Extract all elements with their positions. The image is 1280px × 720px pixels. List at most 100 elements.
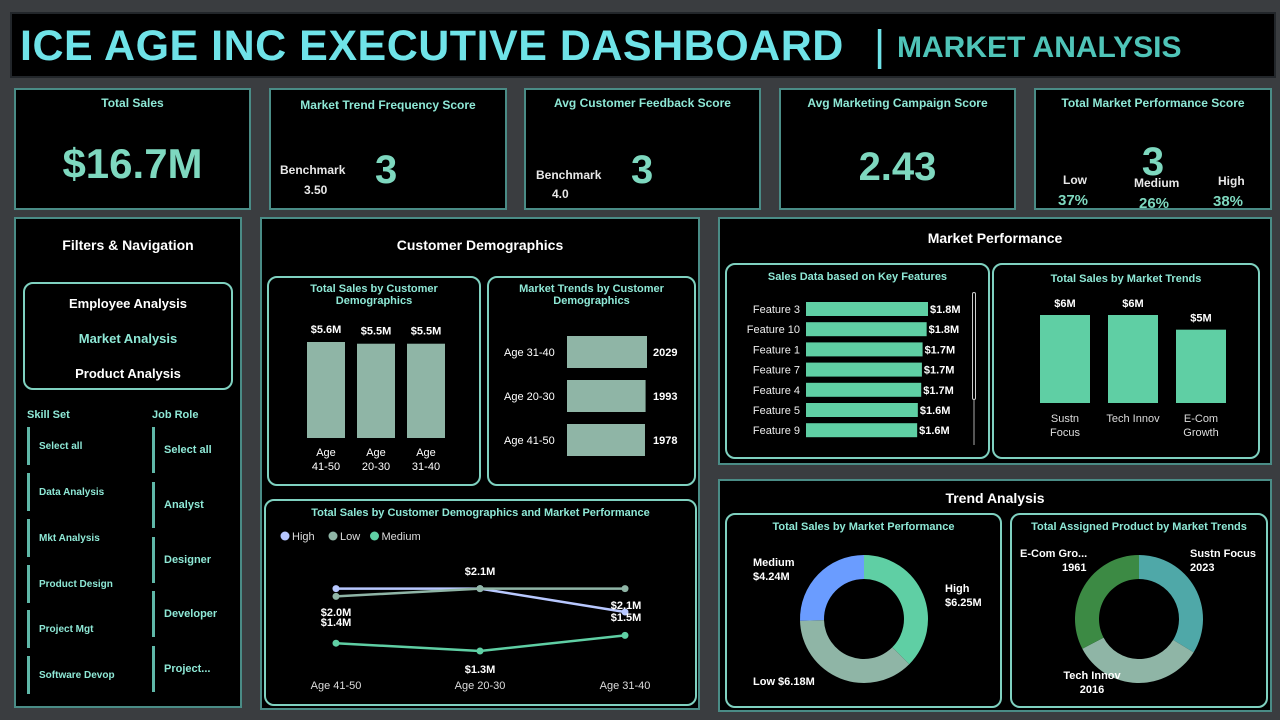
bar-data-label: $1.8M xyxy=(930,304,961,316)
kpi-title: Total Market Performance Score xyxy=(1061,96,1245,110)
bar xyxy=(407,343,445,438)
bar-data-label: $5.6M xyxy=(311,324,342,336)
series-point xyxy=(476,647,484,655)
x-tick-label: 20-30 xyxy=(362,461,390,473)
skill-set-option[interactable]: Select all xyxy=(27,427,82,465)
bar xyxy=(806,362,922,377)
sales-by-demographics-chart: Total Sales by Customer Demographics $5.… xyxy=(267,276,481,486)
assigned-product-by-trends-chart: Total Assigned Product by Market Trends … xyxy=(1010,513,1268,708)
job-role-option[interactable]: Select all xyxy=(152,427,212,473)
job-role-option[interactable]: Analyst xyxy=(152,482,204,528)
series-point xyxy=(332,592,340,600)
nav-employee-analysis[interactable]: Employee Analysis xyxy=(25,296,231,311)
job-role-title: Job Role xyxy=(152,409,199,421)
medium-label: Medium xyxy=(1134,176,1180,190)
bar xyxy=(806,382,922,397)
kpi-value: 2.43 xyxy=(858,145,937,189)
skill-set-option[interactable]: Product Design xyxy=(27,565,113,603)
low-value: 37% xyxy=(1058,192,1089,209)
data-label: $1.4M xyxy=(321,617,352,629)
customer-demographics-panel: Customer Demographics Total Sales by Cus… xyxy=(260,217,700,710)
kpi-value: $16.7M xyxy=(62,140,203,187)
skill-set-option[interactable]: Project Mgt xyxy=(27,610,93,648)
filters-panel: Filters & Navigation Employee Analysis M… xyxy=(14,217,242,708)
kpi-total-market-performance: Total Market Performance Score 3 Low 37%… xyxy=(1034,88,1272,212)
benchmark-value: 3.50 xyxy=(304,183,328,197)
bar xyxy=(806,342,923,357)
x-tick-label: Tech Innov xyxy=(1106,413,1160,425)
dashboard-title: ICE AGE INC EXECUTIVE DASHBOARD xyxy=(20,22,844,70)
bar xyxy=(806,322,927,337)
x-tick-label: Age 20-30 xyxy=(455,680,506,692)
filters-title: Filters & Navigation xyxy=(62,237,194,253)
donut-data-label: Tech Innov xyxy=(1063,670,1121,682)
data-label: $2.1M xyxy=(465,566,496,578)
bar-data-label: $1.6M xyxy=(920,405,951,417)
high-label: High xyxy=(1218,174,1245,188)
legend-marker xyxy=(328,531,338,541)
y-tick-label: Feature 3 xyxy=(753,304,800,316)
x-tick-label: Sustn xyxy=(1051,413,1079,425)
low-label: Low xyxy=(1063,173,1087,187)
legend-label: Low xyxy=(340,531,360,543)
donut-data-label: 2023 xyxy=(1190,562,1214,574)
kpi-total-sales: Total Sales $16.7M xyxy=(14,88,251,210)
nav-product-analysis[interactable]: Product Analysis xyxy=(25,366,231,381)
job-role-option[interactable]: Designer xyxy=(152,537,211,583)
y-tick-label: Feature 1 xyxy=(753,344,800,356)
header-banner: ICE AGE INC EXECUTIVE DASHBOARD | MARKET… xyxy=(12,14,1274,76)
skill-set-option[interactable]: Mkt Analysis xyxy=(27,519,100,557)
donut-data-label: $6.25M xyxy=(945,597,982,609)
donut-data-label: E-Com Gro... xyxy=(1020,548,1087,560)
sales-by-demographics-svg: $5.6M Age 41-50 $5.5M Age 20-30 $5.5M Age 31-40 xyxy=(307,324,445,473)
donut-slice xyxy=(864,555,928,665)
y-tick-label: Age 31-40 xyxy=(504,347,555,359)
y-tick-label: Age 41-50 xyxy=(504,435,555,447)
y-tick-label: Feature 9 xyxy=(753,425,800,437)
skill-set-option[interactable]: Software Devop xyxy=(27,656,115,694)
market-trends-by-demographics-svg: Age 31-40 2029 Age 20-30 1993 Age 41-50 1978 xyxy=(504,336,677,456)
legend-marker xyxy=(280,531,290,541)
skill-set-option[interactable]: Data Analysis xyxy=(27,473,104,511)
x-tick-label: 31-40 xyxy=(412,461,440,473)
x-tick-label: Focus xyxy=(1050,427,1080,439)
page-navigation: Employee Analysis Market Analysis Produc… xyxy=(23,282,233,390)
kpi-title: Avg Marketing Campaign Score xyxy=(807,96,988,110)
sales-by-demo-and-perf-svg: High Low Medium$2.1M$2.1M$2.0M$1.4M$1.3M$1… xyxy=(280,531,651,692)
sales-by-market-trends-chart: Total Sales by Market Trends $6M Sustn Foc… xyxy=(992,263,1260,459)
assigned-product-by-trends-svg: Sustn Focus 2023 E-Com Gro... 1961 Tech Inno… xyxy=(1020,548,1256,696)
page-subtitle: MARKET ANALYSIS xyxy=(897,31,1182,64)
legend-label: Medium xyxy=(382,531,421,543)
bar xyxy=(567,424,645,456)
kpi-avg-marketing-campaign: Avg Marketing Campaign Score 2.43 xyxy=(779,88,1016,210)
job-role-option[interactable]: Project... xyxy=(152,646,210,692)
job-role-option[interactable]: Developer xyxy=(152,591,217,637)
kpi-avg-customer-feedback: Avg Customer Feedback Score Benchmark 4.… xyxy=(524,88,761,210)
bar xyxy=(1108,315,1158,403)
donut-data-label: Medium xyxy=(753,557,795,569)
y-tick-label: Age 20-30 xyxy=(504,391,555,403)
bar-data-label: $5.5M xyxy=(411,326,442,338)
data-label: $1.5M xyxy=(611,612,642,624)
donut-data-label: Sustn Focus xyxy=(1190,548,1256,560)
series-point xyxy=(332,639,340,647)
x-tick-label: Age 31-40 xyxy=(600,680,651,692)
medium-value: 26% xyxy=(1139,195,1170,212)
x-tick-label: Age xyxy=(316,447,336,459)
high-value: 38% xyxy=(1213,193,1244,210)
kpi-title: Market Trend Frequency Score xyxy=(300,98,476,112)
x-tick-label: Age 41-50 xyxy=(311,680,362,692)
nav-market-analysis[interactable]: Market Analysis xyxy=(25,331,231,346)
x-tick-label: Age xyxy=(416,447,436,459)
benchmark-label: Benchmark xyxy=(536,168,602,182)
y-tick-label: Feature 7 xyxy=(753,365,800,377)
series-point xyxy=(621,631,629,639)
bar xyxy=(806,302,928,316)
kpi-market-trend-frequency: Market Trend Frequency Score Benchmark 3… xyxy=(269,88,507,210)
bar-data-label: $1.6M xyxy=(919,425,950,437)
bar-data-label: $6M xyxy=(1054,298,1075,310)
sales-by-market-trends-svg: $6M Sustn Focus $6M Tech Innov $5M E-Com Growth xyxy=(1040,298,1226,439)
bar-data-label: $1.8M xyxy=(929,324,960,336)
chart-scrollbar[interactable] xyxy=(972,292,976,400)
x-tick-label: Age xyxy=(366,447,386,459)
